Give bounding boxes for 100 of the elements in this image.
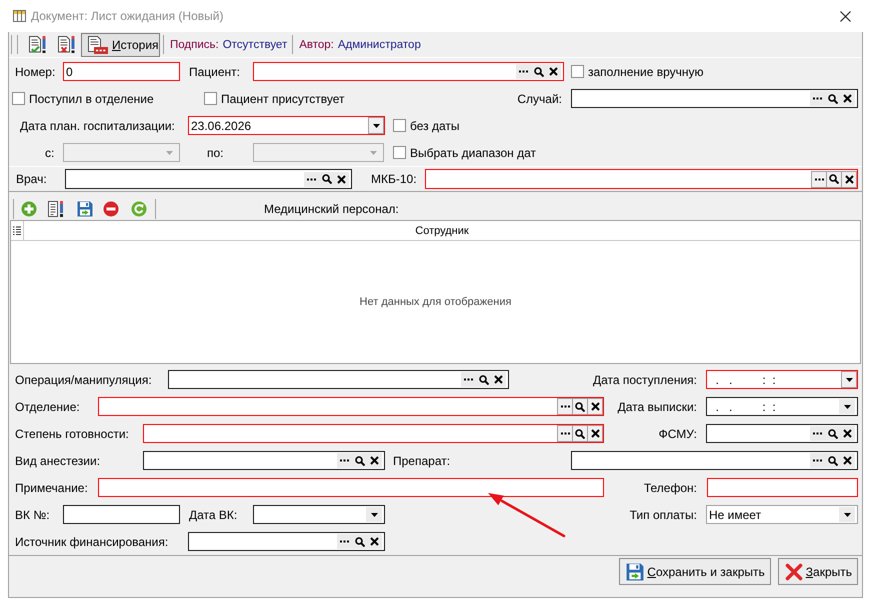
lookup-field[interactable] xyxy=(65,169,352,189)
field-label: Пациент: xyxy=(189,64,240,78)
ellipsis-icon xyxy=(307,178,316,180)
browse-button[interactable] xyxy=(810,426,825,441)
cross-icon xyxy=(549,67,558,76)
checkbox[interactable] xyxy=(393,146,406,159)
clear-button[interactable] xyxy=(546,64,561,79)
ellipsis-icon xyxy=(813,432,822,435)
lookup-field[interactable] xyxy=(188,532,385,551)
input-field[interactable] xyxy=(707,478,858,497)
checkbox-label[interactable]: Поступил в отделение xyxy=(29,92,154,106)
clear-button[interactable] xyxy=(840,426,855,441)
ellipsis-icon xyxy=(519,70,528,73)
column-header[interactable]: Сотрудник xyxy=(24,221,860,240)
ellipsis-icon xyxy=(464,378,473,381)
field-label: Вид анестезии: xyxy=(15,454,100,468)
lookup-field[interactable] xyxy=(253,62,564,81)
clear-button[interactable] xyxy=(840,453,855,468)
search-button[interactable] xyxy=(826,170,842,188)
cross-icon xyxy=(590,429,600,438)
checkbox[interactable] xyxy=(393,119,406,132)
caret-icon xyxy=(372,124,380,128)
cross-icon xyxy=(843,94,852,103)
history-button[interactable]: История xyxy=(81,32,160,56)
document-check-icon[interactable] xyxy=(28,35,47,54)
date-field[interactable]: 23.06.2026 xyxy=(188,116,385,135)
dropdown-field[interactable] xyxy=(253,505,385,524)
minus-icon[interactable] xyxy=(103,201,119,217)
browse-button[interactable] xyxy=(337,534,352,549)
dropdown-button[interactable] xyxy=(839,399,855,414)
field-label: Источник финансирования: xyxy=(15,534,168,548)
search-icon xyxy=(575,402,585,412)
lookup-field[interactable] xyxy=(571,89,858,108)
refresh-icon[interactable] xyxy=(131,201,147,217)
signature-label: Подпись: xyxy=(170,38,219,50)
input-field[interactable]: 0 xyxy=(63,62,180,81)
lookup-field[interactable] xyxy=(143,424,604,443)
browse-button[interactable] xyxy=(461,372,476,387)
dropdown-button[interactable] xyxy=(841,371,857,388)
window-title: Документ: Лист ожидания (Новый) xyxy=(31,9,224,23)
clear-button[interactable] xyxy=(840,91,855,106)
browse-button[interactable] xyxy=(337,453,352,468)
lookup-field[interactable] xyxy=(571,451,858,470)
field-label: Дата поступления: xyxy=(592,372,697,386)
checkbox[interactable] xyxy=(571,65,584,78)
clear-button[interactable] xyxy=(491,372,506,387)
lookup-field[interactable] xyxy=(143,451,385,470)
clear-button[interactable] xyxy=(587,398,603,415)
checkbox-label[interactable]: заполнение вручную xyxy=(588,64,704,78)
caret-icon xyxy=(370,150,376,154)
dropdown-button[interactable] xyxy=(368,117,384,134)
lookup-field[interactable] xyxy=(98,397,604,416)
date-field[interactable]: . . : : xyxy=(706,370,858,389)
input-field[interactable] xyxy=(98,478,604,497)
save-button[interactable]: Сохранить и закрыть xyxy=(619,558,771,585)
clear-button[interactable] xyxy=(334,172,349,186)
lookup-field[interactable] xyxy=(168,370,509,389)
close-button[interactable]: Закрыть xyxy=(778,558,858,585)
browse-button[interactable] xyxy=(810,91,825,106)
cross-icon xyxy=(843,456,852,465)
lookup-field[interactable] xyxy=(425,169,858,189)
browse-button[interactable] xyxy=(557,425,573,442)
signature-value: Отсутствует xyxy=(222,38,288,50)
clear-button[interactable] xyxy=(587,425,603,442)
dropdown-field[interactable]: Не имеет xyxy=(706,505,858,524)
dropdown-button[interactable] xyxy=(366,507,382,522)
clear-button[interactable] xyxy=(841,170,857,188)
field-label: Препарат: xyxy=(393,454,450,468)
checkbox-label[interactable]: без даты xyxy=(410,118,460,132)
close-icon xyxy=(784,562,803,580)
checkbox[interactable] xyxy=(12,92,25,105)
ellipsis-icon xyxy=(340,540,349,543)
section-label: Медицинский персонал: xyxy=(264,202,399,216)
browse-button[interactable] xyxy=(516,64,531,79)
ellipsis-icon xyxy=(560,405,570,408)
lookup-field[interactable] xyxy=(706,424,858,443)
search-icon xyxy=(354,456,364,466)
caret-icon xyxy=(844,512,850,516)
dropdown-button[interactable] xyxy=(839,507,855,522)
browse-button[interactable] xyxy=(810,453,825,468)
search-button[interactable] xyxy=(572,398,588,415)
checkbox-label[interactable]: Выбрать диапазон дат xyxy=(410,146,536,160)
document-cross-icon[interactable] xyxy=(57,35,76,54)
checkbox-label[interactable]: Пациент присутствует xyxy=(221,92,344,106)
input-field[interactable] xyxy=(63,505,180,524)
edit-document-icon[interactable] xyxy=(48,201,64,217)
field-label: Отделение: xyxy=(15,400,80,414)
browse-button[interactable] xyxy=(811,170,827,188)
clear-button[interactable] xyxy=(367,453,382,468)
search-button[interactable] xyxy=(572,425,588,442)
checkbox[interactable] xyxy=(204,92,217,105)
browse-button[interactable] xyxy=(557,398,573,415)
clear-button[interactable] xyxy=(367,534,382,549)
field-label: Тип оплаты: xyxy=(630,508,697,522)
search-icon xyxy=(828,456,838,466)
date-field[interactable]: . . : : xyxy=(706,397,858,416)
browse-button[interactable] xyxy=(304,172,319,186)
close-icon[interactable] xyxy=(840,10,851,22)
column-chooser-icon[interactable] xyxy=(13,226,21,235)
plus-icon[interactable] xyxy=(21,201,37,217)
